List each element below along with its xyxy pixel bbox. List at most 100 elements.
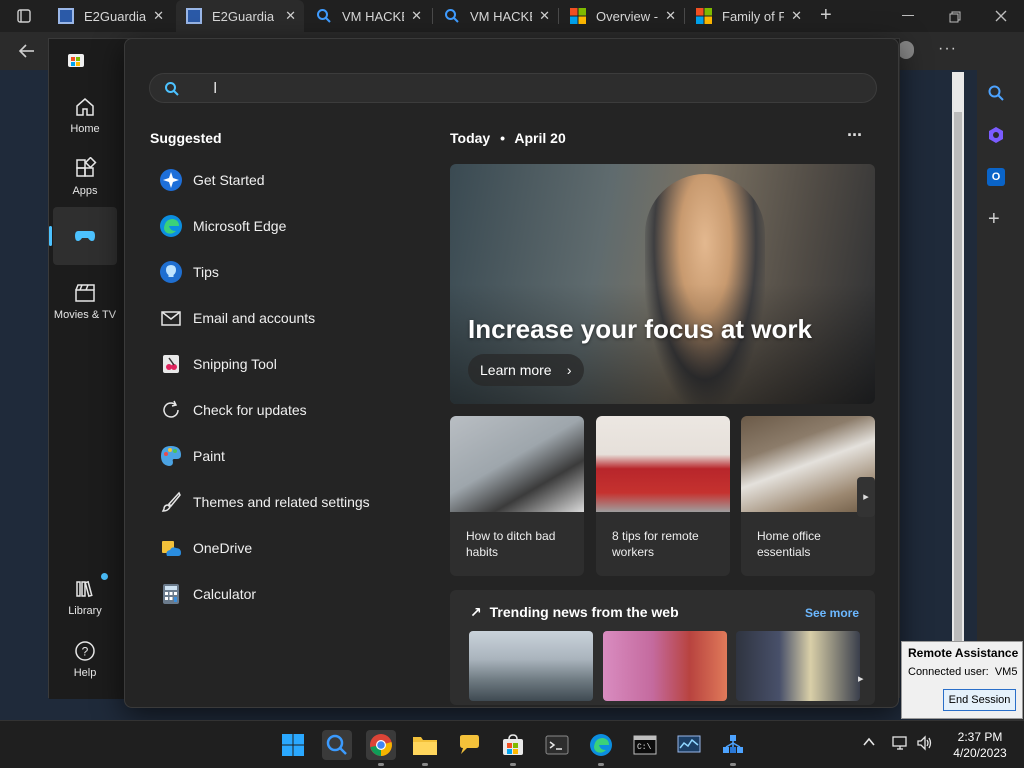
tab-label: E2Guardian: [212, 8, 274, 24]
suggested-item-label: Get Started: [193, 172, 265, 188]
trending-arrow-icon: ↗: [470, 604, 482, 620]
suggested-item-label: Tips: [193, 264, 219, 280]
edge-icon: [160, 215, 182, 237]
svg-text:?: ?: [82, 645, 89, 659]
terminal-taskbar-button[interactable]: [542, 730, 572, 760]
search-box[interactable]: I: [149, 73, 877, 103]
today-label: Today: [450, 130, 491, 146]
store-taskbar-button[interactable]: [498, 730, 528, 766]
chevron-up-icon[interactable]: [862, 735, 876, 754]
browser-tab[interactable]: Family of F ✕: [686, 0, 810, 32]
minimize-icon[interactable]: [902, 15, 914, 16]
nav-item-home[interactable]: Home: [53, 89, 117, 147]
network-icon[interactable]: [892, 735, 908, 756]
add-sidebar-app-icon[interactable]: +: [988, 208, 1000, 231]
search-flyout: I Suggested Get Started Microsoft Edge T…: [124, 38, 899, 708]
resource-monitor-taskbar-button[interactable]: [674, 730, 704, 760]
suggested-title: Suggested: [150, 130, 222, 146]
suggested-item-get-started[interactable]: Get Started: [159, 165, 265, 195]
restore-icon[interactable]: [949, 10, 961, 26]
suggested-item-snipping-tool[interactable]: Snipping Tool: [159, 349, 277, 379]
article-card[interactable]: Home office essentials: [741, 416, 875, 576]
close-tab-icon[interactable]: ✕: [285, 8, 296, 24]
nav-item-label: Library: [68, 605, 102, 617]
copilot-icon[interactable]: [987, 126, 1005, 149]
carousel-next-icon[interactable]: ▸: [858, 672, 864, 685]
carousel-next-button[interactable]: ▸: [857, 477, 875, 517]
taskbar: C:\ 2:37 PM 4/20/2023: [0, 720, 1024, 768]
article-card[interactable]: 8 tips for remote workers: [596, 416, 730, 576]
article-card[interactable]: How to ditch bad habits: [450, 416, 584, 576]
sticky-notes-taskbar-button[interactable]: [454, 730, 484, 760]
close-tab-icon[interactable]: ✕: [539, 8, 550, 24]
file-explorer-taskbar-button[interactable]: [410, 730, 440, 766]
tab-label: VM HACKE: [470, 8, 532, 24]
end-session-button[interactable]: End Session: [943, 689, 1016, 711]
chrome-icon: [370, 734, 392, 756]
library-icon: [76, 580, 93, 598]
suggested-item-themes[interactable]: Themes and related settings: [159, 487, 370, 517]
nav-item-movies-tv[interactable]: Movies & TV: [53, 275, 117, 333]
back-arrow-icon[interactable]: [18, 42, 36, 65]
browser-tab[interactable]: E2Guardian ✕: [48, 0, 172, 32]
outlook-icon[interactable]: O: [987, 168, 1005, 186]
close-window-icon[interactable]: [995, 9, 1007, 25]
lightbulb-icon: [160, 261, 182, 283]
chat-bubble-icon: [460, 735, 479, 754]
nav-item-library[interactable]: Library: [53, 571, 117, 629]
learn-more-button[interactable]: Learn more ›: [468, 354, 584, 386]
suggested-item-onedrive[interactable]: OneDrive: [159, 533, 252, 563]
suggested-item-tips[interactable]: Tips: [159, 257, 219, 287]
suggested-item-microsoft-edge[interactable]: Microsoft Edge: [159, 211, 286, 241]
help-icon: ?: [75, 641, 95, 661]
suggested-item-label: Check for updates: [193, 402, 307, 418]
monitor-chart-icon: [677, 735, 701, 753]
windows-icon: [282, 734, 304, 756]
store-navigation: Home Apps Movies & TV Library ? Help: [49, 39, 125, 699]
today-date: April 20: [514, 130, 566, 146]
scrollbar-track[interactable]: [952, 72, 964, 672]
nav-item-help[interactable]: ? Help: [53, 633, 117, 691]
network-tool-taskbar-button[interactable]: [718, 730, 748, 766]
nav-item-gaming[interactable]: [49, 207, 117, 265]
new-tab-button[interactable]: +: [820, 4, 832, 27]
news-image[interactable]: [603, 631, 727, 701]
command-prompt-taskbar-button[interactable]: C:\: [630, 730, 660, 760]
suggested-item-check-updates[interactable]: Check for updates: [159, 395, 307, 425]
profile-avatar-icon[interactable]: [898, 41, 914, 59]
volume-icon[interactable]: [916, 735, 934, 756]
see-more-link[interactable]: See more: [805, 606, 859, 620]
clock[interactable]: 2:37 PM 4/20/2023: [944, 729, 1016, 761]
search-input[interactable]: [190, 78, 850, 98]
chrome-taskbar-button[interactable]: [366, 730, 396, 766]
nav-item-label: Home: [70, 123, 100, 135]
suggested-item-paint[interactable]: Paint: [159, 441, 225, 471]
edge-taskbar-button[interactable]: [586, 730, 616, 766]
paint-palette-icon: [161, 446, 181, 466]
browser-tab-active[interactable]: E2Guardian ✕: [176, 0, 304, 32]
hero-banner[interactable]: Increase your focus at work Learn more ›: [450, 164, 875, 404]
browser-tab[interactable]: VM HACKE ✕: [306, 0, 430, 32]
news-image[interactable]: [469, 631, 593, 701]
news-image[interactable]: [736, 631, 860, 701]
suggested-item-calculator[interactable]: Calculator: [159, 579, 256, 609]
close-tab-icon[interactable]: ✕: [791, 8, 802, 24]
browser-tab[interactable]: VM HACKE ✕: [434, 0, 558, 32]
suggested-item-label: Themes and related settings: [193, 494, 370, 510]
browser-tab[interactable]: Overview - ✕: [560, 0, 684, 32]
article-title: Home office essentials: [757, 529, 821, 559]
close-tab-icon[interactable]: ✕: [153, 8, 164, 24]
microsoft-icon: [570, 8, 586, 24]
start-button[interactable]: [278, 730, 308, 760]
close-tab-icon[interactable]: ✕: [665, 8, 676, 24]
suggested-item-email-accounts[interactable]: Email and accounts: [159, 303, 315, 333]
more-options-icon[interactable]: ···: [847, 125, 863, 146]
tab-actions-icon[interactable]: [16, 8, 32, 24]
close-tab-icon[interactable]: ✕: [411, 8, 422, 24]
onedrive-icon: [162, 541, 181, 556]
search-icon[interactable]: [987, 84, 1005, 107]
more-options-icon[interactable]: ···: [938, 40, 957, 58]
search-taskbar-button[interactable]: [322, 730, 352, 760]
nav-item-apps[interactable]: Apps: [53, 151, 117, 209]
tab-label: Overview -: [596, 8, 658, 24]
